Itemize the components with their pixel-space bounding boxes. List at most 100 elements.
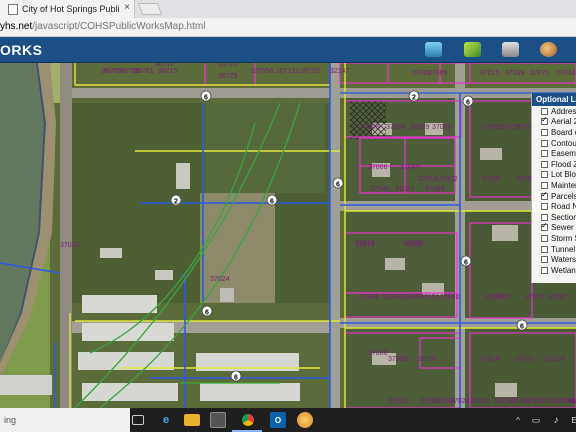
layer-label: Tunnel bbox=[551, 244, 576, 254]
layer-label: Parcels bbox=[551, 191, 576, 201]
parcel-label: 37053 bbox=[525, 294, 545, 301]
chevron-up-icon[interactable]: ^ bbox=[510, 412, 526, 428]
parcel-label: 37086 bbox=[360, 294, 380, 301]
parcel-label: 37040 bbox=[400, 164, 420, 171]
chrome-icon[interactable] bbox=[240, 412, 256, 428]
parcel-label: 35721 bbox=[218, 63, 238, 68]
store-icon[interactable] bbox=[210, 412, 226, 428]
layer-item[interactable]: Easements bbox=[532, 148, 576, 159]
layer-label: Flood Zone bbox=[551, 159, 576, 169]
street-shield-label: 6 bbox=[336, 182, 340, 189]
parcel-label: 37009 bbox=[428, 70, 448, 77]
parcel-label: 81514 bbox=[545, 356, 565, 363]
parcel-label: 37021 bbox=[482, 176, 502, 183]
task-view-icon[interactable] bbox=[132, 415, 144, 425]
layer-item[interactable]: Board of bbox=[532, 127, 576, 138]
parcel-label: 37028 bbox=[60, 242, 80, 249]
address-bar[interactable]: yhs.net/javascript/COHSPublicWorksMap.ht… bbox=[0, 18, 576, 37]
paint-icon[interactable] bbox=[297, 412, 313, 428]
layer-checkbox[interactable] bbox=[541, 221, 548, 232]
file-explorer-icon[interactable] bbox=[184, 414, 200, 426]
parcel-label: 32147 bbox=[330, 68, 350, 75]
parcel-label: 37024 bbox=[210, 276, 230, 283]
layer-item[interactable]: Parcels bbox=[532, 190, 576, 202]
layer-label: Sections bbox=[551, 212, 576, 222]
parcel-label: 36715 bbox=[158, 68, 178, 75]
layer-checkbox[interactable] bbox=[541, 181, 548, 189]
layer-checkbox[interactable] bbox=[541, 115, 548, 126]
layer-checkbox[interactable] bbox=[541, 139, 548, 147]
layer-checkbox[interactable] bbox=[541, 245, 548, 253]
outlook-icon[interactable]: O bbox=[270, 412, 286, 428]
language-icon[interactable]: E bbox=[566, 412, 576, 428]
layer-item[interactable]: Sections bbox=[532, 212, 576, 223]
parcel-label: 36725 bbox=[300, 68, 320, 75]
layer-item[interactable]: Lot Blocks bbox=[532, 170, 576, 181]
street-shield-label: 6 bbox=[520, 324, 524, 331]
edge-icon[interactable]: e bbox=[158, 412, 174, 428]
parcel-label: 37021 bbox=[395, 186, 415, 193]
parcel-label: 37080 bbox=[440, 294, 460, 301]
browser-tab[interactable]: City of Hot Springs Publi × bbox=[0, 0, 135, 18]
parcel-label: 37039 bbox=[505, 70, 525, 77]
layer-label: Watershed bbox=[551, 255, 576, 265]
layer-checkbox[interactable] bbox=[541, 234, 548, 242]
layer-item[interactable]: Contours bbox=[532, 138, 576, 149]
layer-checkbox[interactable] bbox=[541, 203, 548, 211]
close-tab-icon[interactable]: × bbox=[124, 2, 130, 13]
layer-checkbox[interactable] bbox=[541, 150, 548, 158]
layer-label: Board of bbox=[551, 127, 576, 137]
layer-label: Easements bbox=[551, 149, 576, 159]
optional-layers-panel: Optional Layers AddressAerial 2016Board … bbox=[531, 93, 576, 283]
map-svg: 6 262 666666 35705 3670136711 35721367053670… bbox=[0, 63, 576, 408]
url-host: yhs.net bbox=[0, 21, 33, 32]
layer-item[interactable]: Sewer and bbox=[532, 221, 576, 234]
street-shield-label: 6 bbox=[234, 375, 238, 382]
parcel-label: 37069 bbox=[425, 186, 445, 193]
url-text[interactable]: yhs.net/javascript/COHSPublicWorksMap.ht… bbox=[0, 21, 205, 32]
parcel-label: 37051 bbox=[420, 294, 440, 301]
layer-checkbox[interactable] bbox=[541, 256, 548, 264]
new-tab-button[interactable] bbox=[137, 3, 163, 15]
layer-label: Address bbox=[551, 106, 576, 116]
volume-icon[interactable]: ♪ bbox=[548, 412, 564, 428]
basemap-icon[interactable] bbox=[425, 42, 442, 57]
layer-label: Lot Blocks bbox=[551, 170, 576, 180]
layer-checkbox[interactable] bbox=[541, 190, 548, 200]
parcel-label: 37040 bbox=[370, 186, 390, 193]
layer-label: Contours bbox=[551, 138, 576, 148]
layer-item[interactable]: Aerial 2016 bbox=[532, 115, 576, 128]
taskbar-search-box[interactable]: ing bbox=[0, 408, 130, 432]
layer-item[interactable]: Wetland bbox=[532, 265, 576, 276]
street-shield-label: 2 bbox=[412, 95, 416, 102]
help-icon[interactable] bbox=[540, 42, 557, 57]
parcel-label: 37027 bbox=[572, 398, 576, 405]
layer-item[interactable]: Tunnel bbox=[532, 244, 576, 255]
url-path: /javascript/COHSPublicWorksMap.html bbox=[32, 21, 206, 32]
layer-item[interactable]: Storm Sewer bbox=[532, 233, 576, 244]
parcel-label: 37006 bbox=[368, 164, 388, 171]
network-icon[interactable]: ▭ bbox=[528, 412, 544, 428]
print-icon[interactable] bbox=[502, 42, 519, 57]
layer-checkbox[interactable] bbox=[541, 171, 548, 179]
parcel-label: 37028 bbox=[450, 398, 470, 405]
layer-item[interactable]: Flood Zone bbox=[532, 159, 576, 170]
layer-item[interactable]: Watershed bbox=[532, 254, 576, 265]
app-title: ORKS bbox=[0, 42, 43, 58]
tab-title: City of Hot Springs Publi bbox=[22, 4, 120, 14]
layer-checkbox[interactable] bbox=[541, 128, 548, 136]
parcel-label: 37005 bbox=[432, 124, 452, 131]
layer-item[interactable]: Address bbox=[532, 106, 576, 117]
layer-checkbox[interactable] bbox=[541, 266, 548, 274]
parcel-label: 37091 bbox=[388, 398, 408, 405]
parcel-label: 37089 bbox=[388, 356, 408, 363]
layer-label: Sewer and bbox=[551, 223, 576, 233]
layer-checkbox[interactable] bbox=[541, 160, 548, 168]
map-canvas[interactable]: 6262666666 35705 36701 36711 35721 36705 3670… bbox=[0, 63, 576, 408]
layers-icon[interactable] bbox=[464, 42, 481, 57]
layer-item[interactable]: Road Names bbox=[532, 201, 576, 212]
parcel-label: 36705 bbox=[102, 68, 122, 75]
layer-item[interactable]: Maintenance bbox=[532, 180, 576, 191]
layer-checkbox[interactable] bbox=[541, 107, 548, 115]
layer-checkbox[interactable] bbox=[541, 213, 548, 221]
